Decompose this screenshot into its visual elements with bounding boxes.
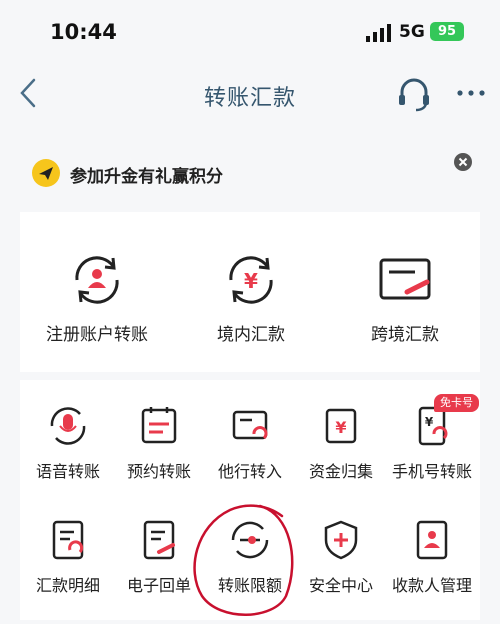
close-icon[interactable]: [453, 152, 473, 172]
network-type: 5G: [399, 22, 425, 42]
scheduled-transfer-icon: [141, 407, 177, 444]
other-bank-transfer-in-label: 他行转入: [217, 462, 282, 481]
voice-transfer-button[interactable]: 语音转账: [22, 404, 114, 482]
svg-text:¥: ¥: [425, 415, 434, 429]
transfer-limit-label: 转账限额: [217, 576, 282, 595]
remittance-details-button[interactable]: 汇款明细: [22, 518, 114, 596]
security-center-icon: [324, 520, 358, 560]
e-receipt-button[interactable]: 电子回单: [113, 518, 205, 596]
remittance-details-label: 汇款明细: [35, 576, 100, 595]
fund-collection-icon: ¥: [325, 408, 357, 444]
domestic-remittance-icon: ¥: [229, 256, 273, 304]
voice-transfer-icon: [50, 407, 86, 445]
promo-banner[interactable]: 参加升金有礼赢积分: [20, 140, 480, 202]
status-bar: 10:44 5G 95: [0, 0, 500, 66]
remittance-details-icon: [52, 520, 84, 560]
payee-management-icon: [416, 520, 448, 560]
security-center-label: 安全中心: [308, 576, 373, 595]
scheduled-transfer-button[interactable]: 预约转账: [113, 404, 205, 482]
other-bank-transfer-in-button[interactable]: 他行转入: [204, 404, 296, 482]
battery-icon: 95: [430, 22, 464, 41]
e-receipt-label: 电子回单: [126, 576, 191, 595]
status-time: 10:44: [50, 20, 117, 44]
svg-text:¥: ¥: [244, 269, 258, 293]
transfer-limit-icon: [231, 521, 269, 559]
signal-icon: [366, 24, 391, 42]
no-card-badge: 免卡号: [434, 394, 479, 412]
security-center-button[interactable]: 安全中心: [295, 518, 387, 596]
cross-border-remittance-icon: [379, 258, 431, 300]
promo-text: 参加升金有礼赢积分: [70, 167, 223, 187]
scheduled-transfer-label: 预约转账: [126, 462, 191, 481]
registered-account-transfer-button[interactable]: 注册账户转账: [22, 252, 172, 345]
other-bank-transfer-in-icon: [232, 410, 268, 440]
paper-plane-icon: [32, 159, 60, 187]
registered-account-transfer-icon: [75, 256, 119, 304]
payee-management-button[interactable]: 收款人管理: [386, 518, 478, 596]
voice-transfer-label: 语音转账: [35, 462, 100, 481]
headset-icon[interactable]: [394, 74, 434, 114]
cross-border-remittance-label: 跨境汇款: [371, 325, 439, 345]
phone-number-transfer-label: 手机号转账: [391, 462, 472, 481]
svg-text:¥: ¥: [335, 418, 346, 437]
domestic-remittance-button[interactable]: ¥ 境内汇款: [176, 252, 326, 345]
fund-collection-label: 资金归集: [308, 462, 373, 481]
registered-account-transfer-label: 注册账户转账: [46, 325, 148, 345]
fund-collection-button[interactable]: ¥ 资金归集: [295, 404, 387, 482]
domestic-remittance-label: 境内汇款: [217, 325, 285, 345]
cross-border-remittance-button[interactable]: 跨境汇款: [330, 252, 480, 345]
nav-bar: 转账汇款: [0, 66, 500, 124]
phone-number-transfer-button[interactable]: ¥ 手机号转账: [386, 404, 478, 482]
transfer-limit-button[interactable]: 转账限额: [204, 518, 296, 596]
e-receipt-icon: [143, 520, 175, 560]
payee-management-label: 收款人管理: [391, 576, 472, 595]
more-icon[interactable]: [454, 78, 488, 108]
